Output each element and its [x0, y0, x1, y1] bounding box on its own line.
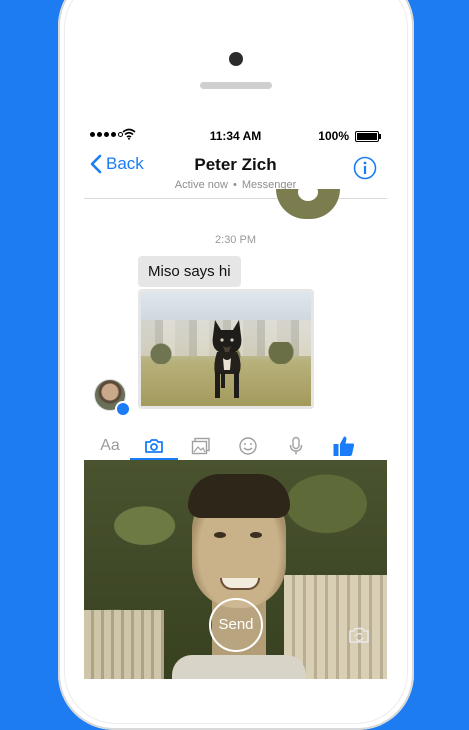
- battery-icon: [355, 131, 381, 142]
- dog-photo: [141, 292, 311, 406]
- person-smile: [220, 578, 260, 590]
- text-message[interactable]: Miso says hi: [138, 256, 241, 287]
- navigation-bar: Back Peter Zich Active now • Messenger: [84, 146, 387, 199]
- person-hair: [188, 474, 290, 518]
- conversation-subtitle: Active now • Messenger: [84, 179, 387, 191]
- send-button[interactable]: Send: [209, 598, 263, 652]
- front-camera: [229, 52, 243, 66]
- composer-toolbar: Aa: [84, 431, 387, 460]
- info-icon[interactable]: [353, 156, 377, 180]
- photo-message[interactable]: [138, 289, 314, 409]
- person-eye-left: [214, 532, 226, 538]
- messenger-badge-icon: [115, 401, 131, 417]
- person-eye-right: [250, 532, 262, 538]
- flip-camera-icon[interactable]: [348, 626, 370, 644]
- conversation-title[interactable]: Peter Zich: [84, 155, 387, 175]
- status-bar: 11:34 AM 100%: [84, 124, 387, 146]
- sticker-icon[interactable]: [228, 431, 268, 460]
- gallery-icon[interactable]: [181, 431, 221, 460]
- camera-viewfinder[interactable]: Send: [84, 460, 387, 679]
- separator: •: [232, 179, 237, 191]
- phone-screen: 11:34 AM 100% Back Peter Zich Active now…: [84, 124, 387, 679]
- camera-icon[interactable]: [134, 431, 174, 460]
- like-icon[interactable]: [324, 431, 364, 460]
- text-icon[interactable]: Aa: [92, 431, 128, 460]
- message-thread: 2:30 PM Miso says hi: [84, 183, 387, 431]
- background-fence-left: [84, 610, 164, 679]
- microphone-icon[interactable]: [276, 431, 316, 460]
- active-status: Active now: [174, 179, 228, 191]
- message-timestamp: 2:30 PM: [215, 234, 256, 246]
- sticker-message[interactable]: [276, 183, 340, 219]
- dog-figure: [212, 320, 242, 398]
- earpiece: [200, 82, 272, 89]
- battery-percent: 100%: [318, 129, 349, 143]
- person-shirt: [172, 655, 306, 679]
